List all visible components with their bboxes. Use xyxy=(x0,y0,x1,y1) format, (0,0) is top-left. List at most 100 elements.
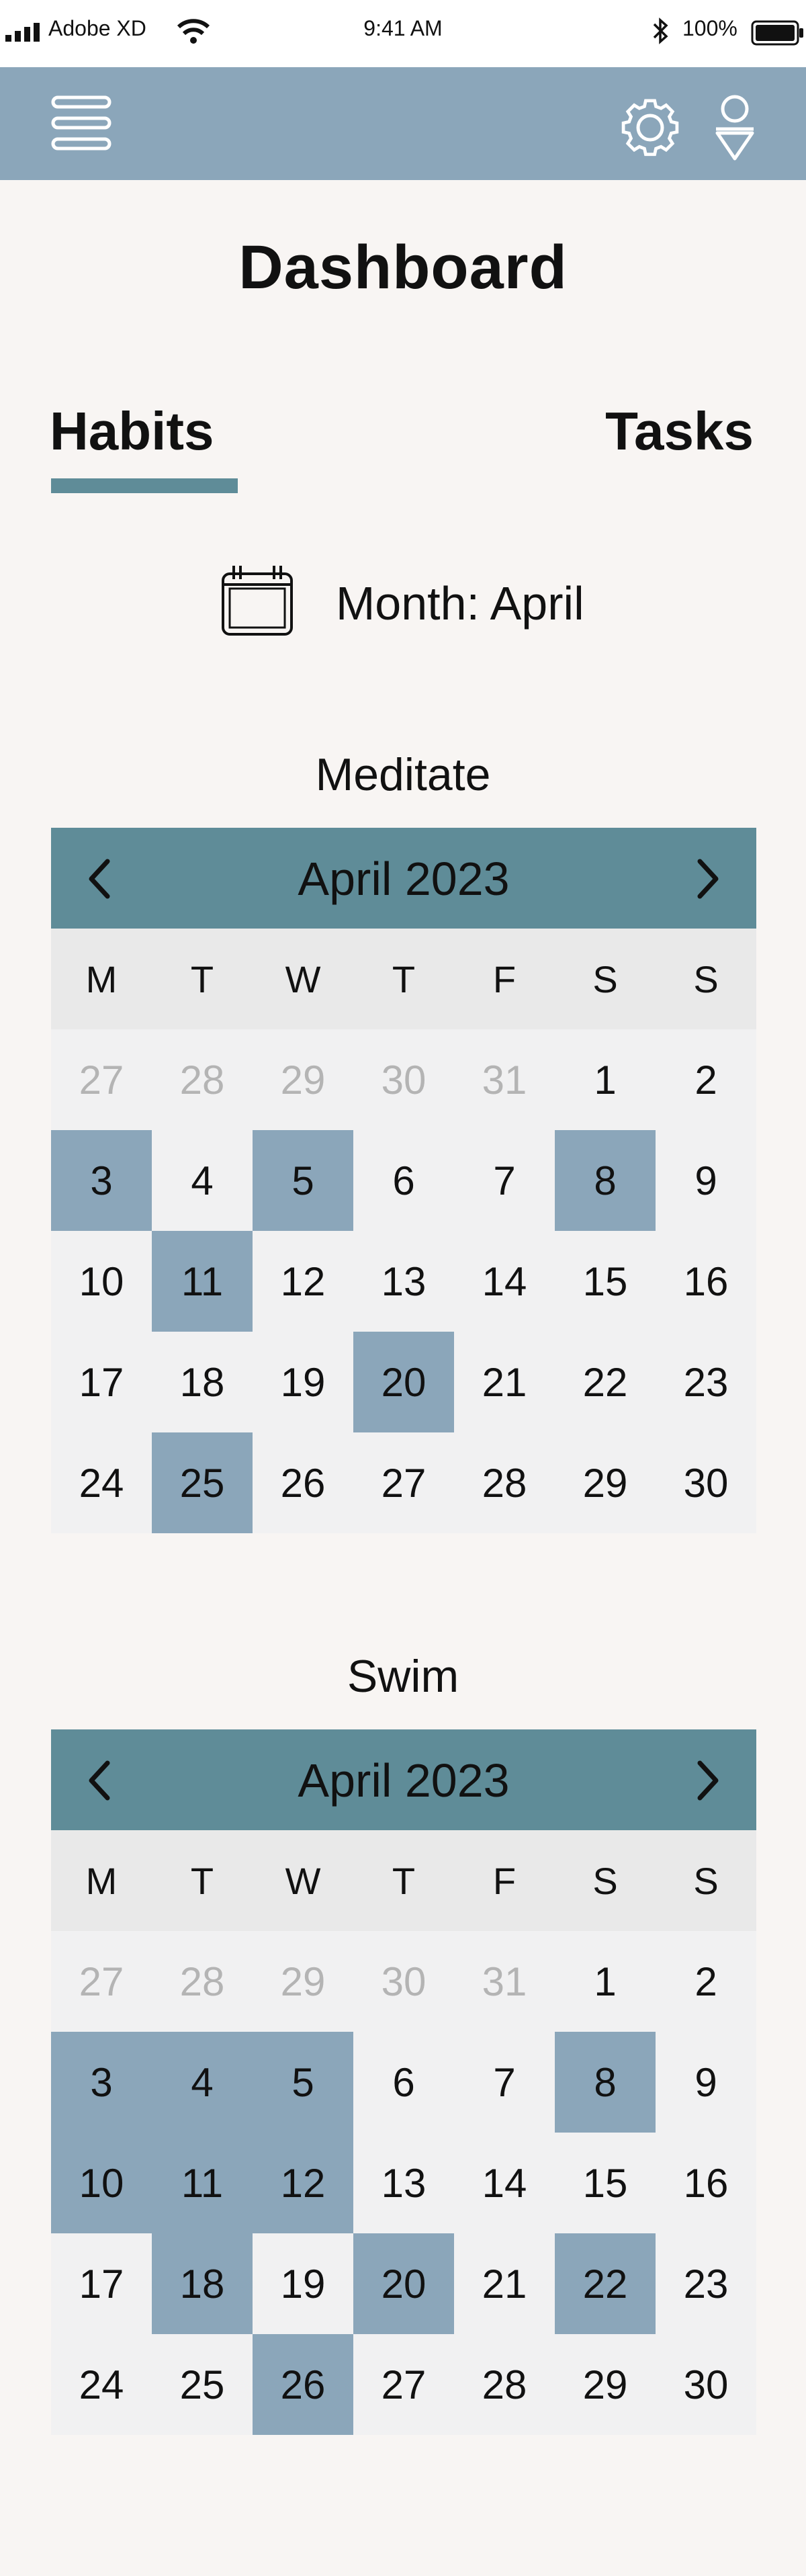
calendar-day-completed[interactable]: 4 xyxy=(152,2032,253,2133)
calendar-day[interactable]: 21 xyxy=(454,2233,555,2334)
weekday-label: S xyxy=(693,957,719,1000)
calendar-day[interactable]: 27 xyxy=(353,1432,454,1533)
habit-calendar: April 2023 MTWTFSS 27 28 29 30 31 1 2 3 4 5 6 7 8 9 10… xyxy=(51,1729,756,2435)
weekday-label: T xyxy=(190,1859,214,1902)
calendar-day[interactable]: 21 xyxy=(454,1332,555,1432)
status-bar: Adobe XD 9:41 AM 100% xyxy=(0,0,806,67)
calendar-day[interactable]: 6 xyxy=(353,2032,454,2133)
calendar-day[interactable]: 15 xyxy=(555,1231,656,1332)
nav-bar xyxy=(0,67,806,180)
calendar-day[interactable]: 13 xyxy=(353,1231,454,1332)
user-profile-icon[interactable] xyxy=(711,94,759,161)
calendar-day[interactable]: 29 xyxy=(555,1432,656,1533)
calendar-day[interactable]: 30 xyxy=(656,2334,756,2435)
calendar-day-completed[interactable]: 12 xyxy=(253,2133,353,2233)
calendar-day-outside-month: 28 xyxy=(179,1057,225,1103)
calendar-day-completed[interactable]: 8 xyxy=(555,1130,656,1231)
page-title: Dashboard xyxy=(238,233,568,302)
month-selector-label[interactable]: Month: April xyxy=(336,576,584,630)
chevron-right-icon[interactable] xyxy=(680,853,733,904)
calendar-day[interactable]: 15 xyxy=(555,2133,656,2233)
calendar-day[interactable]: 2 xyxy=(656,1029,756,1130)
calendar-day[interactable]: 19 xyxy=(253,2233,353,2334)
calendar-day-completed[interactable]: 5 xyxy=(253,2032,353,2133)
calendar-header: April 2023 xyxy=(51,828,756,929)
calendar-day-completed[interactable]: 25 xyxy=(152,1432,253,1533)
calendar-day-completed[interactable]: 11 xyxy=(152,2133,253,2233)
calendar-day[interactable]: 7 xyxy=(454,1130,555,1231)
weekday-label: F xyxy=(492,1859,517,1902)
calendar-day[interactable]: 23 xyxy=(656,2233,756,2334)
calendar-day[interactable]: 2 xyxy=(656,1931,756,2032)
calendar-day[interactable]: 29 xyxy=(555,2334,656,2435)
calendar-day[interactable]: 13 xyxy=(353,2133,454,2233)
calendar-day[interactable]: 22 xyxy=(555,1332,656,1432)
calendar-day-outside-month: 31 xyxy=(482,1057,527,1103)
weekday-label: M xyxy=(85,957,118,1000)
calendar-day-completed[interactable]: 3 xyxy=(51,2032,152,2133)
calendar-day[interactable]: 24 xyxy=(51,1432,152,1533)
calendar-day[interactable]: 23 xyxy=(656,1332,756,1432)
calendar-day[interactable]: 24 xyxy=(51,2334,152,2435)
calendar-day-completed[interactable]: 5 xyxy=(253,1130,353,1231)
calendar-icon[interactable] xyxy=(219,564,296,638)
calendar-month-label: April 2023 xyxy=(298,853,510,905)
calendar-day[interactable]: 12 xyxy=(253,1231,353,1332)
calendar-day[interactable]: 16 xyxy=(656,2133,756,2233)
calendar-month-label: April 2023 xyxy=(298,1754,510,1807)
calendar-day[interactable]: 1 xyxy=(555,1029,656,1130)
chevron-right-icon[interactable] xyxy=(680,1755,733,1806)
calendar-day[interactable]: 26 xyxy=(253,1432,353,1533)
calendar-day-completed[interactable]: 10 xyxy=(51,2133,152,2233)
weekday-row: MTWTFSS xyxy=(51,929,756,1029)
calendar-day[interactable]: 27 xyxy=(353,2334,454,2435)
calendar-day[interactable]: 9 xyxy=(656,2032,756,2133)
calendar-day[interactable]: 17 xyxy=(51,2233,152,2334)
calendar-day[interactable]: 30 xyxy=(656,1432,756,1533)
calendar-day[interactable]: 14 xyxy=(454,1231,555,1332)
day-grid: 27 28 29 30 31 1 2 3 4 5 6 7 8 9 10 11 12 13 14 15 16 17 18 19 2… xyxy=(51,1029,756,1533)
calendar-day[interactable]: 6 xyxy=(353,1130,454,1231)
calendar-day-outside-month: 27 xyxy=(79,1959,124,2004)
weekday-label: S xyxy=(693,1859,719,1902)
calendar-day-completed[interactable]: 3 xyxy=(51,1130,152,1231)
weekday-label: M xyxy=(85,1859,118,1902)
calendar-day[interactable]: 17 xyxy=(51,1332,152,1432)
calendar-day-completed[interactable]: 26 xyxy=(253,2334,353,2435)
weekday-label: T xyxy=(392,1859,416,1902)
weekday-label: T xyxy=(190,957,214,1000)
calendar-header: April 2023 xyxy=(51,1729,756,1830)
day-grid: 27 28 29 30 31 1 2 3 4 5 6 7 8 9 10 11 12 13 14 15 16 17 18 19 2… xyxy=(51,1931,756,2435)
active-tab-indicator xyxy=(51,478,238,493)
calendar-day[interactable]: 1 xyxy=(555,1931,656,2032)
calendar-day[interactable]: 14 xyxy=(454,2133,555,2233)
calendar-day[interactable]: 28 xyxy=(454,1432,555,1533)
calendar-day[interactable]: 7 xyxy=(454,2032,555,2133)
calendar-day-completed[interactable]: 18 xyxy=(152,2233,253,2334)
weekday-label: S xyxy=(592,957,618,1000)
calendar-day[interactable]: 19 xyxy=(253,1332,353,1432)
weekday-label: T xyxy=(392,957,416,1000)
weekday-label: W xyxy=(285,957,321,1000)
calendar-day-completed[interactable]: 11 xyxy=(152,1231,253,1332)
calendar-day[interactable]: 9 xyxy=(656,1130,756,1231)
calendar-day[interactable]: 28 xyxy=(454,2334,555,2435)
calendar-day[interactable]: 18 xyxy=(152,1332,253,1432)
tab-habits[interactable]: Habits xyxy=(50,400,214,462)
calendar-day[interactable]: 25 xyxy=(152,2334,253,2435)
calendar-day-completed[interactable]: 20 xyxy=(353,2233,454,2334)
weekday-label: S xyxy=(592,1859,618,1902)
calendar-day-completed[interactable]: 22 xyxy=(555,2233,656,2334)
calendar-day[interactable]: 4 xyxy=(152,1130,253,1231)
gear-icon[interactable] xyxy=(618,98,682,157)
battery-percent: 100% xyxy=(682,16,737,40)
calendar-day[interactable]: 16 xyxy=(656,1231,756,1332)
calendar-day-completed[interactable]: 20 xyxy=(353,1332,454,1432)
calendar-day-outside-month: 30 xyxy=(381,1959,427,2004)
weekday-row: MTWTFSS xyxy=(51,1830,756,1931)
calendar-day-outside-month: 29 xyxy=(280,1959,326,2004)
calendar-day[interactable]: 10 xyxy=(51,1231,152,1332)
calendar-day-completed[interactable]: 8 xyxy=(555,2032,656,2133)
tab-tasks[interactable]: Tasks xyxy=(605,400,754,462)
menu-icon[interactable] xyxy=(51,95,111,151)
